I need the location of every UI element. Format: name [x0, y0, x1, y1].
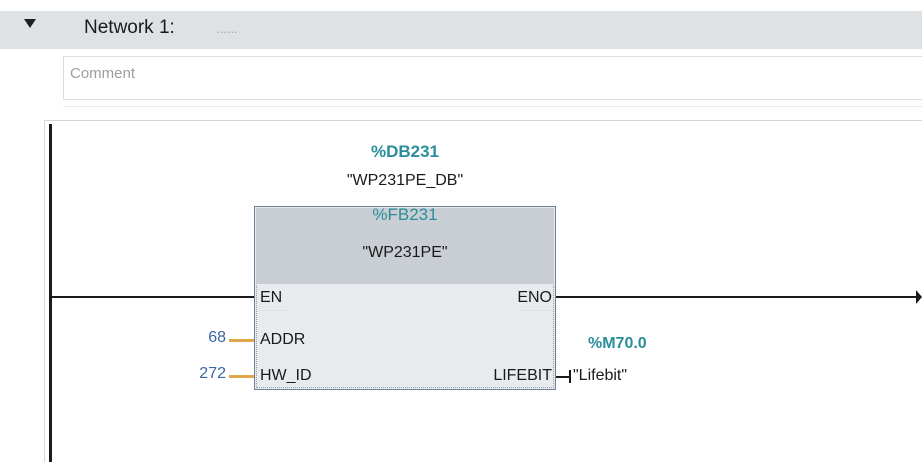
- rung-wire-in[interactable]: [51, 296, 254, 298]
- network-comment-field[interactable]: [63, 56, 922, 100]
- pin-addr[interactable]: ADDR: [260, 330, 305, 350]
- comment-placeholder: Comment: [70, 65, 136, 82]
- network-title[interactable]: Network 1:: [84, 15, 175, 41]
- network-title-input[interactable]: ......: [216, 17, 238, 41]
- instance-db-address[interactable]: %DB231: [0, 142, 810, 162]
- lifebit-operand-name[interactable]: "Lifebit": [573, 366, 627, 386]
- hw-id-value[interactable]: 272: [170, 364, 226, 384]
- pin-divider: [258, 310, 288, 311]
- function-block-name: "WP231PE": [362, 244, 448, 261]
- rung-wire-out[interactable]: [556, 296, 921, 298]
- addr-input-wire: [229, 339, 254, 342]
- collapse-triangle-icon[interactable]: [24, 19, 36, 28]
- pin-en[interactable]: EN: [260, 288, 282, 308]
- pin-eno[interactable]: ENO: [480, 288, 552, 308]
- function-block-address: %FB231: [372, 205, 438, 224]
- addr-value[interactable]: 68: [170, 328, 226, 348]
- pin-lifebit[interactable]: LIFEBIT: [470, 366, 552, 386]
- comment-separator: [63, 106, 922, 107]
- instance-db-name[interactable]: "WP231PE_DB": [0, 172, 810, 190]
- lifebit-output-tick: [569, 370, 571, 383]
- rung-end-arrow-icon: [916, 290, 922, 304]
- lifebit-operand-address[interactable]: %M70.0: [588, 334, 647, 354]
- lifebit-output-wire: [556, 376, 570, 378]
- pin-hw-id[interactable]: HW_ID: [260, 366, 312, 386]
- hw-id-input-wire: [229, 375, 254, 378]
- pin-divider: [520, 310, 552, 311]
